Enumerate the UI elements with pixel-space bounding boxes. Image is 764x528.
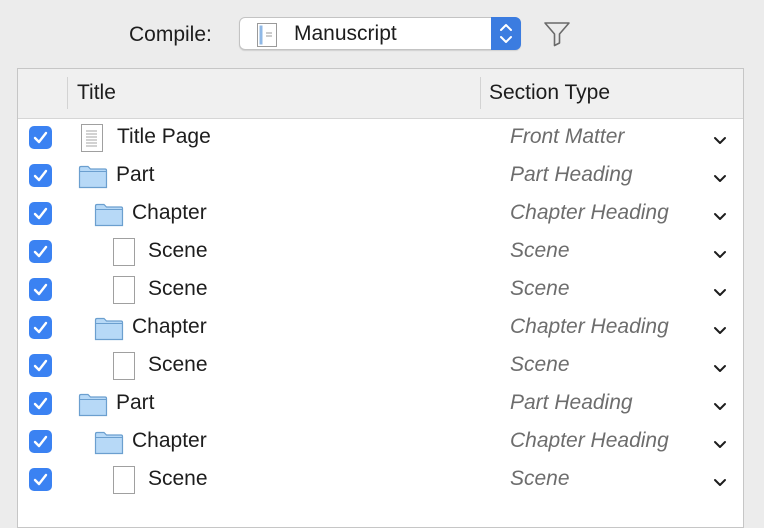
chevron-down-icon[interactable]: [713, 361, 727, 379]
row-section-type[interactable]: Scene: [510, 276, 570, 302]
include-checkbox[interactable]: [29, 430, 52, 453]
row-title: Chapter: [132, 315, 207, 338]
chevron-down-icon[interactable]: [713, 323, 727, 341]
row-section-type[interactable]: Chapter Heading: [510, 314, 669, 340]
compile-contents-table: Title Section Type Title Page Front Matte…: [17, 68, 744, 528]
column-header-title[interactable]: Title: [77, 80, 116, 106]
chevron-down-icon[interactable]: [713, 475, 727, 493]
row-title: Part: [116, 163, 155, 186]
blank-page-icon: [113, 466, 135, 499]
chevron-down-icon[interactable]: [713, 285, 727, 303]
row-title: Part: [116, 391, 155, 414]
chevron-down-icon[interactable]: [713, 399, 727, 417]
include-checkbox[interactable]: [29, 354, 52, 377]
table-row[interactable]: Title Page Front Matter: [18, 119, 743, 157]
blank-page-icon: [113, 238, 135, 271]
column-separator[interactable]: [67, 77, 68, 109]
row-section-type[interactable]: Chapter Heading: [510, 200, 669, 226]
table-header: Title Section Type: [18, 69, 743, 119]
up-down-chevron-icon[interactable]: [491, 17, 521, 50]
document-icon: [257, 23, 277, 52]
table-row[interactable]: Scene Scene: [18, 271, 743, 309]
table-row[interactable]: Chapter Chapter Heading: [18, 195, 743, 233]
row-section-type[interactable]: Front Matter: [510, 124, 624, 150]
include-checkbox[interactable]: [29, 202, 52, 225]
row-section-type[interactable]: Scene: [510, 352, 570, 378]
table-row[interactable]: Chapter Chapter Heading: [18, 423, 743, 461]
table-row[interactable]: Scene Scene: [18, 347, 743, 385]
table-row[interactable]: Scene Scene: [18, 233, 743, 271]
row-title: Scene: [148, 353, 208, 376]
table-row[interactable]: Scene Scene: [18, 461, 743, 499]
row-section-type[interactable]: Scene: [510, 238, 570, 264]
compile-label: Compile:: [129, 23, 212, 46]
include-checkbox[interactable]: [29, 126, 52, 149]
folder-icon: [94, 203, 124, 232]
row-title: Title Page: [117, 125, 211, 148]
row-title: Scene: [148, 467, 208, 490]
include-checkbox[interactable]: [29, 392, 52, 415]
table-row[interactable]: Part Part Heading: [18, 385, 743, 423]
row-title: Scene: [148, 277, 208, 300]
compile-format-value: Manuscript: [294, 22, 397, 45]
row-title: Scene: [148, 239, 208, 262]
compile-format-popup[interactable]: Manuscript: [239, 17, 521, 50]
chevron-down-icon[interactable]: [713, 171, 727, 189]
chevron-down-icon[interactable]: [713, 437, 727, 455]
include-checkbox[interactable]: [29, 278, 52, 301]
folder-icon: [94, 431, 124, 460]
column-header-section-type[interactable]: Section Type: [489, 80, 610, 106]
text-document-icon: [81, 124, 103, 157]
blank-page-icon: [113, 276, 135, 309]
chevron-down-icon[interactable]: [713, 133, 727, 151]
blank-page-icon: [113, 352, 135, 385]
chevron-down-icon[interactable]: [713, 209, 727, 227]
table-row[interactable]: Part Part Heading: [18, 157, 743, 195]
row-title: Chapter: [132, 201, 207, 224]
row-section-type[interactable]: Part Heading: [510, 390, 633, 416]
include-checkbox[interactable]: [29, 164, 52, 187]
chevron-down-icon[interactable]: [713, 247, 727, 265]
column-separator[interactable]: [480, 77, 481, 109]
row-title: Chapter: [132, 429, 207, 452]
include-checkbox[interactable]: [29, 240, 52, 263]
row-section-type[interactable]: Scene: [510, 466, 570, 492]
folder-icon: [94, 317, 124, 346]
filter-funnel-icon[interactable]: [543, 21, 571, 52]
table-row[interactable]: Chapter Chapter Heading: [18, 309, 743, 347]
include-checkbox[interactable]: [29, 468, 52, 491]
folder-icon: [78, 165, 108, 194]
folder-icon: [78, 393, 108, 422]
row-section-type[interactable]: Part Heading: [510, 162, 633, 188]
include-checkbox[interactable]: [29, 316, 52, 339]
row-section-type[interactable]: Chapter Heading: [510, 428, 669, 454]
